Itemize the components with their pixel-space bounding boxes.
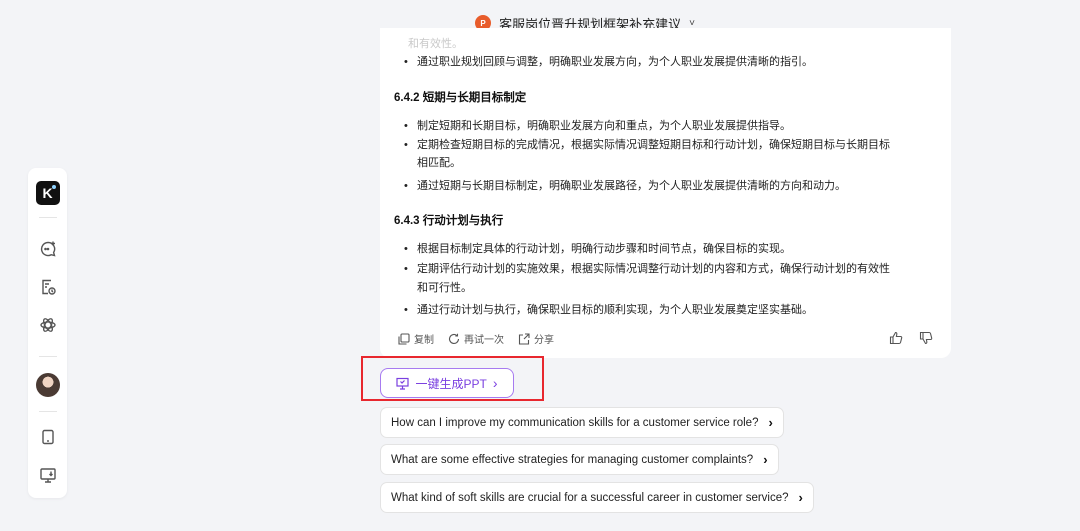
- share-button[interactable]: 分享: [518, 331, 554, 346]
- suggested-question-text: What are some effective strategies for m…: [391, 453, 754, 466]
- list-item: 定期评估行动计划的实施效果，根据实际情况调整行动计划的内容和方式，确保行动计划的…: [404, 261, 890, 277]
- generate-ppt-label: 一键生成PPT: [415, 376, 487, 391]
- list-item-continuation: 相匹配。: [417, 157, 461, 169]
- left-sidebar: K: [28, 168, 67, 498]
- sidebar-divider: [38, 217, 57, 218]
- section-heading: 6.4.3 行动计划与执行: [394, 215, 504, 227]
- suggested-question[interactable]: What are some effective strategies for m…: [380, 444, 779, 475]
- list-item: 制定短期和长期目标，明确职业发展方向和重点，为个人职业发展提供指导。: [404, 118, 791, 134]
- thumbs-up-icon[interactable]: [889, 331, 903, 345]
- list-item: 定期检查短期目标的完成情况，根据实际情况调整短期目标和行动计划，确保短期目标与长…: [404, 137, 890, 153]
- chevron-right-icon: ›: [798, 490, 803, 505]
- copy-icon: [398, 332, 410, 345]
- refresh-icon: [448, 333, 460, 344]
- new-chat-icon[interactable]: [37, 238, 59, 260]
- list-item: 通过短期与长期目标制定，明确职业发展路径，为个人职业发展提供清晰的方向和动力。: [404, 178, 846, 194]
- assistant-message-card: 和有效性。 通过职业规划回顾与调整，明确职业发展方向，为个人职业发展提供清晰的指…: [380, 28, 951, 358]
- tablet-icon[interactable]: [37, 426, 59, 448]
- list-item: 根据目标制定具体的行动计划，明确行动步骤和时间节点，确保目标的实现。: [404, 241, 791, 257]
- suggested-question[interactable]: How can I improve my communication skill…: [380, 407, 784, 438]
- chevron-down-icon: ˅: [689, 17, 695, 29]
- suggested-question-text: What kind of soft skills are crucial for…: [391, 491, 789, 504]
- feedback-buttons: [889, 331, 933, 345]
- chevron-right-icon: ›: [492, 375, 498, 391]
- app-logo[interactable]: K: [35, 181, 60, 205]
- sidebar-divider: [38, 356, 57, 357]
- chevron-right-icon: ›: [768, 415, 773, 430]
- suggested-question-text: How can I improve my communication skill…: [391, 416, 759, 429]
- list-item: 通过职业规划回顾与调整，明确职业发展方向，为个人职业发展提供清晰的指引。: [404, 54, 813, 70]
- chevron-right-icon: ›: [763, 452, 768, 467]
- presentation-icon: [396, 377, 410, 390]
- discover-icon[interactable]: [37, 314, 59, 336]
- copy-button[interactable]: 复制: [398, 331, 434, 346]
- suggested-question[interactable]: What kind of soft skills are crucial for…: [380, 482, 814, 513]
- retry-label: 再试一次: [464, 335, 504, 346]
- generate-ppt-button[interactable]: 一键生成PPT ›: [380, 368, 514, 398]
- copy-label: 复制: [414, 335, 434, 346]
- history-icon[interactable]: [37, 276, 59, 298]
- retry-button[interactable]: 再试一次: [448, 331, 504, 346]
- list-item: 通过行动计划与执行，确保职业目标的顺利实现，为个人职业发展奠定坚实基础。: [404, 302, 813, 318]
- share-label: 分享: [534, 335, 554, 346]
- sidebar-divider: [38, 411, 57, 412]
- list-item-continuation: 和可行性。: [417, 282, 472, 294]
- thumbs-down-icon[interactable]: [919, 331, 933, 345]
- desktop-download-icon[interactable]: [37, 464, 59, 486]
- share-icon: [518, 332, 530, 345]
- section-heading: 6.4.2 短期与长期目标制定: [394, 92, 527, 104]
- message-actions: 复制 再试一次 分享: [398, 331, 554, 346]
- faded-previous-text: 和有效性。: [408, 38, 463, 50]
- user-avatar[interactable]: [35, 373, 60, 397]
